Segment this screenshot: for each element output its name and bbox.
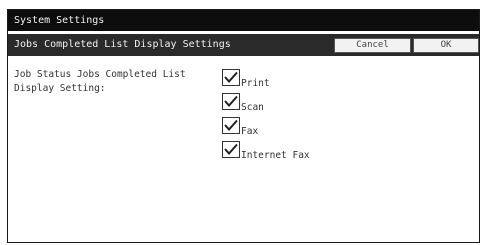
checkmark-icon <box>222 117 240 134</box>
checkmark-icon <box>222 69 240 86</box>
checkbox-internet-fax[interactable]: Internet Fax <box>222 136 310 161</box>
checkbox-print[interactable]: Print <box>222 64 270 89</box>
checkmark-icon <box>222 141 240 158</box>
checkbox-scan[interactable]: Scan <box>222 88 264 113</box>
checkbox-fax[interactable]: Fax <box>222 112 258 137</box>
checkbox-internet-fax-label: Internet Fax <box>241 150 310 161</box>
checkmark-icon <box>222 93 240 110</box>
cancel-button[interactable]: Cancel <box>334 38 411 53</box>
settings-window: System Settings Jobs Completed List Disp… <box>7 9 480 243</box>
setting-label: Job Status Jobs Completed List Display S… <box>14 69 186 94</box>
ok-button[interactable]: OK <box>413 38 479 53</box>
window-title: System Settings <box>8 10 479 31</box>
